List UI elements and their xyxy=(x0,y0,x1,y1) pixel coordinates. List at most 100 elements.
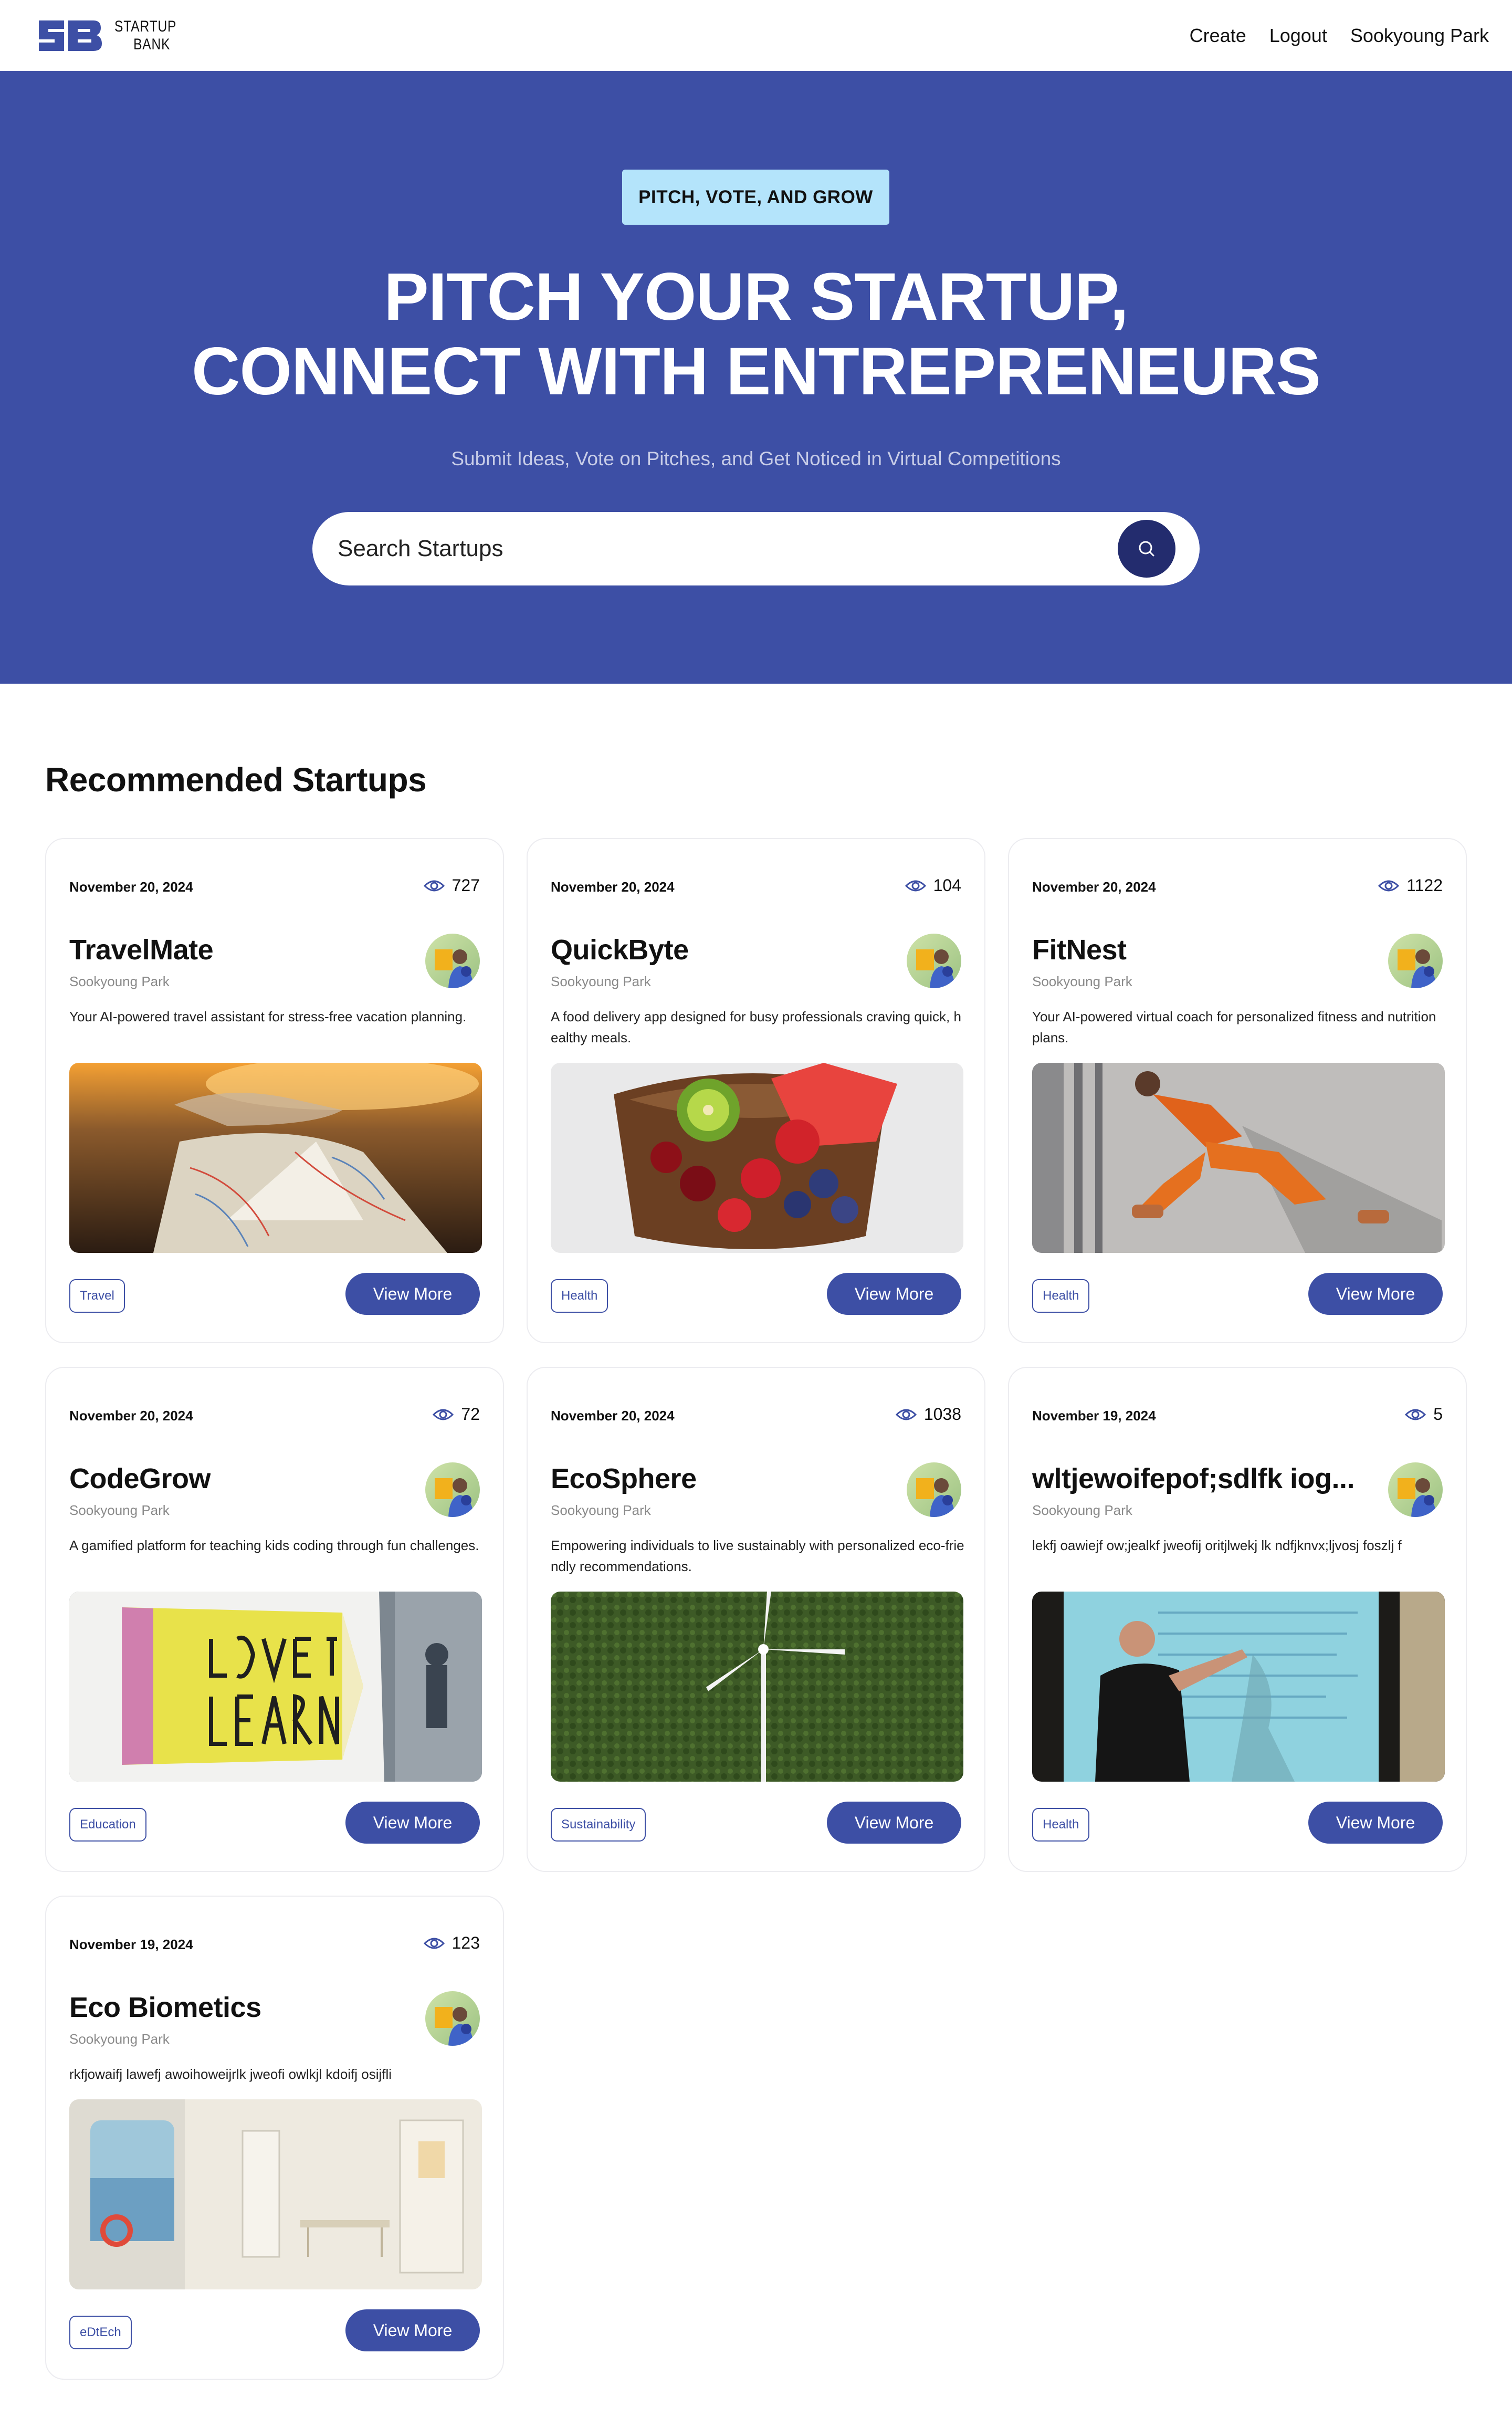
avatar[interactable] xyxy=(1388,934,1443,988)
avatar[interactable] xyxy=(425,934,480,988)
card-description: lekfj oawiejf ow;jealkf jweofij oritjlwe… xyxy=(1032,1537,1402,1553)
brand-logo[interactable]: STARTUP BANK xyxy=(35,17,190,54)
card-description: A gamified platform for teaching kids co… xyxy=(69,1537,479,1553)
card-views: 727 xyxy=(423,876,480,895)
white-room-interior-image xyxy=(69,2099,482,2289)
view-more-button[interactable]: View More xyxy=(345,1273,480,1315)
category-badge[interactable]: Education xyxy=(69,1808,146,1842)
card-date: November 19, 2024 xyxy=(69,1937,193,1952)
eye-icon xyxy=(433,1409,454,1420)
category-badge[interactable]: Travel xyxy=(69,1279,125,1313)
card-views: 5 xyxy=(1405,1405,1443,1424)
startup-bank-logo-icon xyxy=(39,20,102,51)
view-more-button[interactable]: View More xyxy=(827,1273,961,1315)
card-date: November 20, 2024 xyxy=(69,1408,193,1424)
card-date: November 19, 2024 xyxy=(1032,1408,1156,1424)
nav-user-link[interactable]: Sookyoung Park xyxy=(1350,25,1489,47)
view-count: 5 xyxy=(1433,1405,1443,1424)
category-badge[interactable]: Sustainability xyxy=(551,1808,646,1842)
card-description: Your AI-powered travel assistant for str… xyxy=(69,1009,467,1024)
brand-line-2: BANK xyxy=(133,35,171,53)
eye-icon xyxy=(1378,880,1400,891)
card-date: November 20, 2024 xyxy=(1032,879,1156,895)
category-badge[interactable]: Health xyxy=(551,1279,608,1313)
wind-turbine-image xyxy=(551,1592,963,1782)
hero-subtitle: Submit Ideas, Vote on Pitches, and Get N… xyxy=(451,448,1061,469)
startup-card: November 20, 2024 727 TravelMate Sookyou… xyxy=(45,838,504,1343)
card-author[interactable]: Sookyoung Park xyxy=(69,1502,170,1519)
card-author[interactable]: Sookyoung Park xyxy=(551,974,651,990)
avatar[interactable] xyxy=(1388,1462,1443,1517)
search-bar xyxy=(312,512,1200,585)
hero-title: PITCH YOUR STARTUP, CONNECT WITH ENTREPR… xyxy=(0,260,1512,409)
card-title[interactable]: TravelMate xyxy=(69,934,213,966)
card-author[interactable]: Sookyoung Park xyxy=(551,1502,651,1519)
startup-card: November 20, 2024 72 CodeGrow Sookyoung … xyxy=(45,1367,504,1872)
view-more-button[interactable]: View More xyxy=(345,1802,480,1844)
eye-icon xyxy=(1405,1409,1426,1420)
view-count: 1038 xyxy=(923,1405,961,1424)
startup-card: November 20, 2024 1122 FitNest Sookyoung… xyxy=(1008,838,1467,1343)
navbar: STARTUP BANK Create Logout Sookyoung Par… xyxy=(0,0,1512,71)
card-author[interactable]: Sookyoung Park xyxy=(1032,974,1132,990)
nav-logout-link[interactable]: Logout xyxy=(1269,25,1327,47)
eye-icon xyxy=(423,880,445,891)
hero-tag: PITCH, VOTE, AND GROW xyxy=(622,170,889,225)
eye-icon xyxy=(895,1409,917,1420)
woman-stretching-image xyxy=(1032,1063,1445,1253)
avatar[interactable] xyxy=(425,1462,480,1517)
startup-card: November 20, 2024 104 QuickByte Sookyoun… xyxy=(527,838,985,1343)
startup-card: November 20, 2024 1038 EcoSphere Sookyou… xyxy=(527,1367,985,1872)
card-title[interactable]: EcoSphere xyxy=(551,1462,697,1495)
category-badge[interactable]: Health xyxy=(1032,1808,1090,1842)
card-date: November 20, 2024 xyxy=(551,879,675,895)
view-more-button[interactable]: View More xyxy=(1308,1273,1443,1315)
card-title[interactable]: FitNest xyxy=(1032,934,1127,966)
nav-create-link[interactable]: Create xyxy=(1190,25,1246,47)
card-views: 1122 xyxy=(1378,876,1443,895)
presenter-at-screen-image xyxy=(1032,1592,1445,1782)
card-description: A food delivery app designed for busy pr… xyxy=(551,1009,961,1045)
category-badge[interactable]: Health xyxy=(1032,1279,1090,1313)
search-input[interactable] xyxy=(338,536,1073,562)
brand-line-1: STARTUP xyxy=(114,17,177,35)
hero-title-line-2: CONNECT WITH ENTREPRENEURS xyxy=(191,334,1321,409)
card-views: 123 xyxy=(423,1933,480,1953)
card-views: 104 xyxy=(905,876,961,895)
view-more-button[interactable]: View More xyxy=(345,2309,480,2351)
search-icon xyxy=(1139,541,1154,557)
category-badge[interactable]: eDtEch xyxy=(69,2316,132,2349)
avatar[interactable] xyxy=(425,1991,480,2046)
card-views: 72 xyxy=(433,1405,480,1424)
card-description: Empowering individuals to live sustainab… xyxy=(551,1537,964,1574)
view-count: 72 xyxy=(461,1405,480,1424)
hero-section: PITCH, VOTE, AND GROW PITCH YOUR STARTUP… xyxy=(0,71,1512,684)
brand-name: STARTUP BANK xyxy=(114,18,176,54)
card-title[interactable]: QuickByte xyxy=(551,934,689,966)
view-more-button[interactable]: View More xyxy=(827,1802,961,1844)
card-views: 1038 xyxy=(895,1405,961,1424)
card-author[interactable]: Sookyoung Park xyxy=(1032,1502,1132,1519)
card-title[interactable]: Eco Biometics xyxy=(69,1991,261,2024)
card-title[interactable]: CodeGrow xyxy=(69,1462,211,1495)
section-title: Recommended Startups xyxy=(45,761,427,799)
card-author[interactable]: Sookyoung Park xyxy=(69,974,170,990)
love-to-learn-pencil-image xyxy=(69,1592,482,1782)
fruit-bowl-image xyxy=(551,1063,963,1253)
search-button[interactable] xyxy=(1118,520,1175,578)
avatar[interactable] xyxy=(907,934,961,988)
card-date: November 20, 2024 xyxy=(69,879,193,895)
card-description: rkfjowaifj lawefj awoihoweijrlk jweofi o… xyxy=(69,2066,392,2082)
view-more-button[interactable]: View More xyxy=(1308,1802,1443,1844)
avatar[interactable] xyxy=(907,1462,961,1517)
view-count: 104 xyxy=(933,876,961,895)
card-date: November 20, 2024 xyxy=(551,1408,675,1424)
nav-links: Create Logout Sookyoung Park xyxy=(1190,25,1489,47)
startup-card: November 19, 2024 5 wltjewoifepof;sdlfk … xyxy=(1008,1367,1467,1872)
view-count: 727 xyxy=(452,876,480,895)
hero-title-line-1: PITCH YOUR STARTUP, xyxy=(384,259,1129,334)
eye-icon xyxy=(423,1938,445,1949)
card-description: Your AI-powered virtual coach for person… xyxy=(1032,1009,1436,1045)
card-title[interactable]: wltjewoifepof;sdlfk iog... xyxy=(1032,1462,1354,1495)
card-author[interactable]: Sookyoung Park xyxy=(69,2031,170,2047)
